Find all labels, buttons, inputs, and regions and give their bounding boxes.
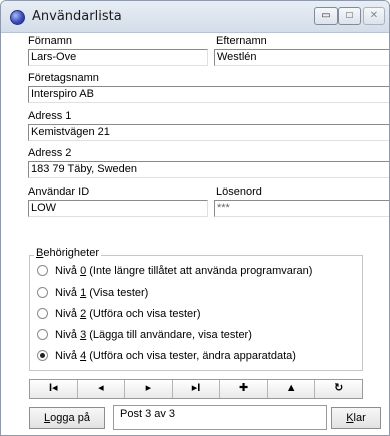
- next-record-button[interactable]: ▸: [125, 380, 173, 398]
- address2-label: Adress 2: [28, 147, 72, 159]
- permissions-legend: Behörigheter: [34, 247, 101, 259]
- address1-field[interactable]: Kemistvägen 21: [28, 124, 389, 141]
- add-record-button[interactable]: ✚: [220, 380, 268, 398]
- record-navigation-bar: I◂ ◂ ▸ ▸I ✚ ▲ ↻: [29, 379, 363, 399]
- company-label: Företagsnamn: [28, 72, 99, 84]
- permission-level-1[interactable]: Nivå 1 (Visa tester): [37, 287, 148, 299]
- first-record-button[interactable]: I◂: [30, 380, 78, 398]
- maximize-button[interactable]: □: [338, 7, 361, 25]
- login-button[interactable]: Logga på: [29, 407, 105, 429]
- done-button[interactable]: Klar: [331, 407, 381, 429]
- post-edit-button[interactable]: ▲: [267, 380, 316, 398]
- app-icon: [10, 10, 25, 25]
- title-bar[interactable]: Användarlista ▭ □ ✕: [1, 1, 389, 33]
- minimize-button[interactable]: ▭: [314, 7, 338, 25]
- window-title: Användarlista: [32, 9, 122, 24]
- permission-level-4[interactable]: Nivå 4 (Utföra och visa tester, ändra ap…: [37, 350, 296, 362]
- lastname-label: Efternamn: [216, 35, 267, 47]
- permission-level-2[interactable]: Nivå 2 (Utföra och visa tester): [37, 308, 201, 320]
- close-button[interactable]: ✕: [363, 7, 385, 25]
- radio-button[interactable]: [37, 329, 48, 340]
- firstname-field[interactable]: Lars-Ove: [28, 49, 208, 66]
- password-label: Lösenord: [216, 186, 262, 198]
- previous-record-button[interactable]: ◂: [77, 380, 126, 398]
- address2-field[interactable]: 183 79 Täby, Sweden: [28, 161, 389, 178]
- radio-button-selected[interactable]: [37, 350, 48, 361]
- radio-button[interactable]: [37, 308, 48, 319]
- user-id-label: Användar ID: [28, 186, 90, 198]
- refresh-button[interactable]: ↻: [315, 380, 363, 398]
- permission-level-0[interactable]: Nivå 0 (Inte längre tillåtet att använda…: [37, 265, 312, 277]
- address1-label: Adress 1: [28, 110, 72, 122]
- password-field[interactable]: ***: [214, 200, 389, 217]
- user-id-field[interactable]: LOW: [28, 200, 208, 217]
- radio-button[interactable]: [37, 265, 48, 276]
- permission-level-3[interactable]: Nivå 3 (Lägga till användare, visa teste…: [37, 329, 252, 341]
- record-status: Post 3 av 3: [113, 405, 327, 430]
- lastname-field[interactable]: Westlén: [214, 49, 389, 66]
- user-list-window: Användarlista ▭ □ ✕ Förnamn Efternamn La…: [0, 0, 390, 436]
- radio-button[interactable]: [37, 287, 48, 298]
- last-record-button[interactable]: ▸I: [172, 380, 221, 398]
- company-field[interactable]: Interspiro AB: [28, 86, 389, 103]
- firstname-label: Förnamn: [28, 35, 73, 47]
